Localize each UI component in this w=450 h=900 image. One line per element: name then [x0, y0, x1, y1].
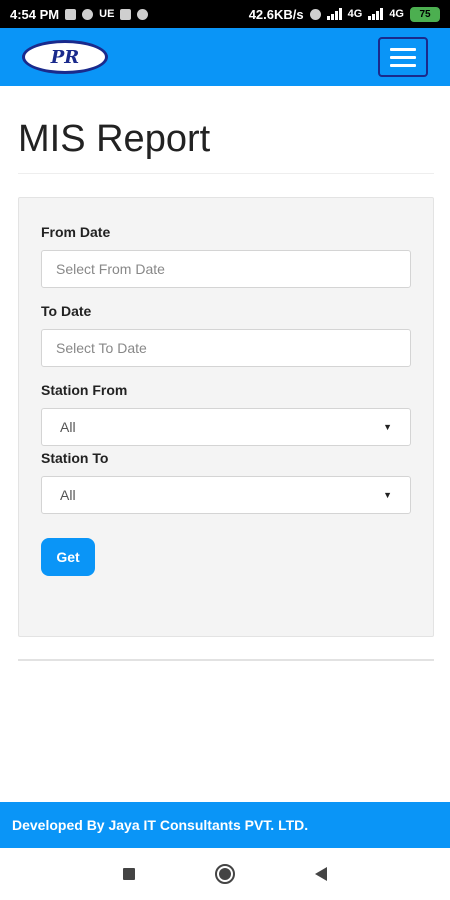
top-navbar: PR [0, 28, 450, 86]
footer: Developed By Jaya IT Consultants PVT. LT… [0, 802, 450, 848]
dropdown-arrow-icon: ▼ [383, 490, 392, 500]
page-title: MIS Report [18, 118, 211, 160]
dot-notification-icon [137, 8, 149, 20]
station-from-select[interactable]: All ▼ [41, 408, 411, 446]
network-type-1: 4G [347, 8, 363, 20]
app-notification-icon [65, 8, 77, 20]
from-date-label: From Date [41, 224, 111, 240]
circle-notification-icon [82, 8, 94, 20]
network-speed: 42.6KB/s [248, 6, 304, 22]
to-date-input[interactable] [41, 329, 411, 367]
hamburger-menu-icon [390, 47, 416, 51]
hamburger-menu-button[interactable] [378, 37, 428, 77]
station-to-select[interactable]: All ▼ [41, 476, 411, 514]
status-time: 4:54 PM [10, 6, 60, 22]
ue-notification-icon: UE [99, 8, 115, 20]
dropdown-arrow-icon: ▼ [383, 422, 392, 432]
station-to-value: All [60, 487, 76, 503]
station-from-label: Station From [41, 382, 128, 398]
content-divider [18, 659, 434, 661]
status-bar: 4:54 PM UE 42.6KB/s 4G 4G 75 [0, 0, 450, 28]
system-nav-bar [0, 848, 450, 900]
signal-icon [326, 8, 342, 20]
station-to-label: Station To [41, 450, 109, 466]
to-date-label: To Date [41, 303, 92, 319]
get-button[interactable]: Get [41, 538, 95, 576]
logo-text: PR [50, 46, 80, 68]
recent-apps-icon[interactable] [123, 868, 135, 880]
signal-2-icon [368, 8, 384, 20]
title-divider [18, 173, 434, 174]
ghost-notification-icon [120, 8, 132, 20]
back-icon[interactable] [315, 867, 327, 881]
brand-logo[interactable]: PR [22, 40, 108, 74]
alarm-icon [309, 8, 321, 20]
footer-text: Developed By Jaya IT Consultants PVT. LT… [12, 817, 309, 833]
network-type-2: 4G [389, 8, 404, 20]
station-from-value: All [60, 419, 76, 435]
report-form: From Date To Date Station From All ▼ Sta… [18, 197, 434, 637]
battery-icon: 75 [410, 6, 440, 22]
from-date-input[interactable] [41, 250, 411, 288]
home-icon[interactable] [215, 864, 235, 884]
